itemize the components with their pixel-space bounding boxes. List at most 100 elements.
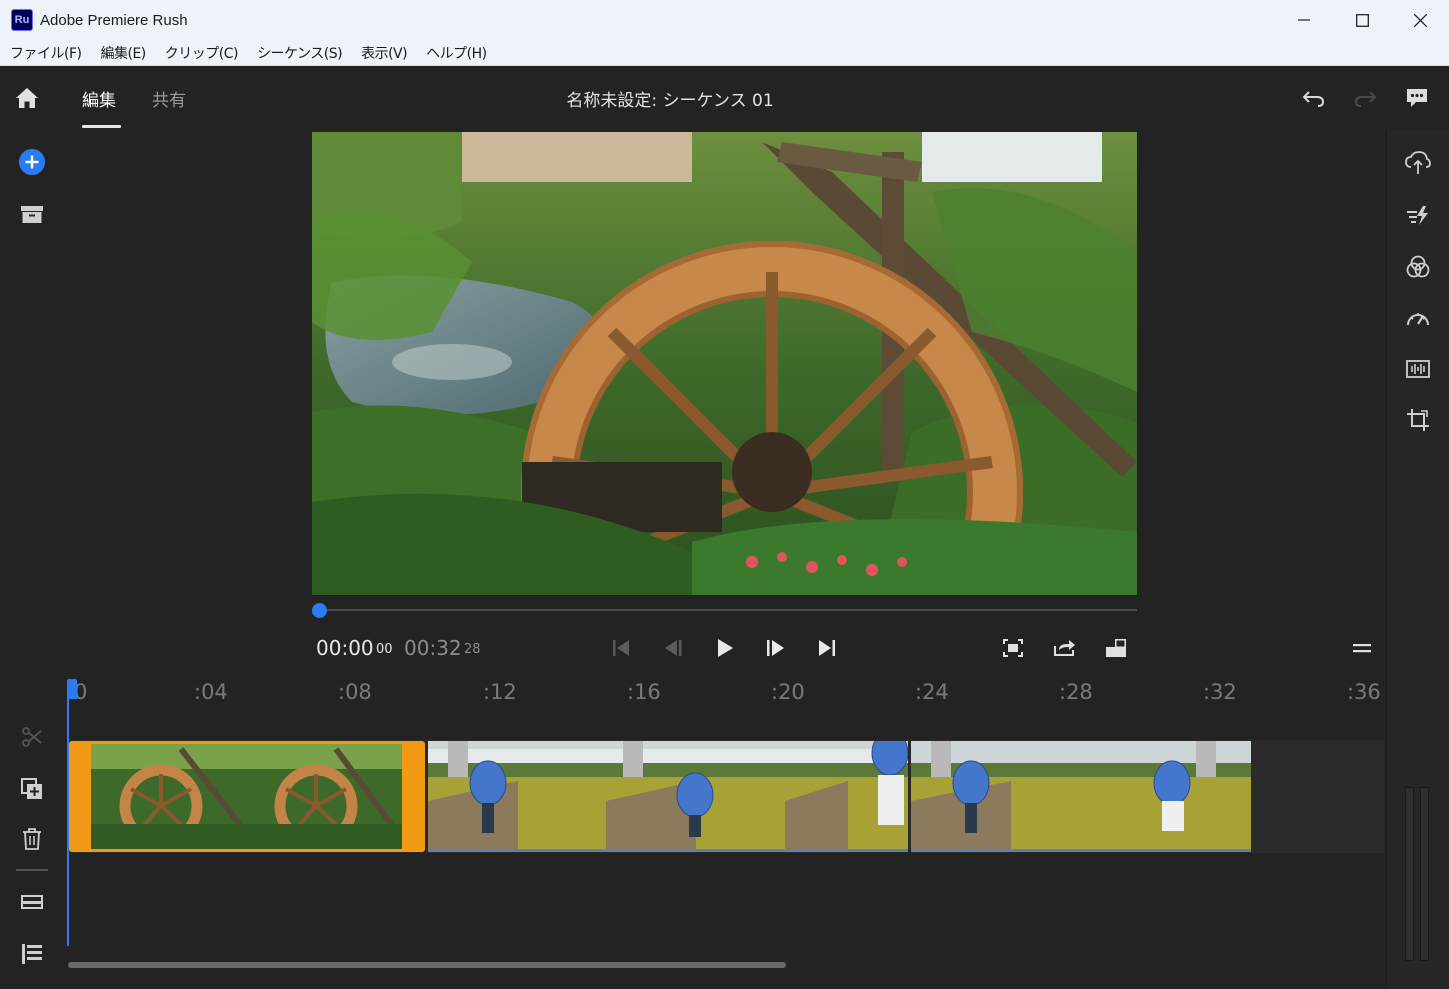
minimize-button[interactable] [1275, 0, 1333, 40]
track-list-icon [22, 944, 42, 964]
redo-button[interactable] [1352, 86, 1378, 110]
track-controls-button[interactable] [18, 888, 46, 916]
speed-button[interactable] [1404, 304, 1432, 332]
window-title: Adobe Premiere Rush [40, 11, 188, 29]
fit-frame-button[interactable] [1001, 636, 1025, 660]
aspect-ratio-icon [1106, 639, 1126, 657]
timeline-clip-rice-field-1[interactable] [428, 741, 908, 852]
audio-icon [1406, 360, 1430, 378]
track-list-button[interactable] [18, 940, 46, 968]
maximize-button[interactable] [1333, 0, 1391, 40]
step-back-button[interactable] [661, 636, 685, 660]
aspect-ratio-button[interactable] [1104, 636, 1128, 660]
app-logo: Ru [11, 9, 33, 31]
chat-bubble-icon [1407, 89, 1427, 107]
close-icon [1413, 13, 1427, 27]
add-media-icon [18, 148, 46, 176]
clip-thumbnails [91, 744, 402, 849]
sequence-title[interactable]: 名称未設定: シーケンス 01 [0, 86, 1340, 111]
menu-sequence[interactable]: シーケンス(S) [257, 43, 343, 63]
title-bar: Ru Adobe Premiere Rush [0, 0, 1449, 40]
maximize-icon [1355, 13, 1369, 27]
undo-button[interactable] [1301, 86, 1327, 110]
export-button[interactable] [1404, 149, 1432, 177]
go-to-start-button[interactable] [609, 636, 633, 660]
color-icon [1406, 255, 1430, 278]
current-timecode: 00:00 [316, 636, 374, 660]
undo-icon [1302, 91, 1325, 107]
ruler-label: :24 [915, 680, 949, 704]
ruler-label: :20 [771, 680, 805, 704]
feedback-button[interactable] [1404, 86, 1430, 110]
add-media-button[interactable] [18, 148, 46, 176]
fit-frame-icon [1003, 639, 1023, 657]
ruler-label: :16 [627, 680, 661, 704]
go-to-end-button[interactable] [815, 636, 839, 660]
audio-meter-right [1420, 787, 1429, 961]
ruler-label: :28 [1059, 680, 1093, 704]
left-toolbar [0, 130, 66, 989]
window-controls [1275, 0, 1449, 40]
play-button[interactable] [713, 636, 737, 660]
transform-icon [1407, 409, 1429, 431]
menu-help[interactable]: ヘルプ(H) [426, 43, 487, 63]
share-icon [1054, 640, 1075, 656]
skip-end-icon [819, 640, 835, 656]
project-assets-button[interactable] [18, 200, 46, 228]
close-button[interactable] [1391, 0, 1449, 40]
toolbar-divider [16, 869, 48, 871]
trash-icon [23, 828, 41, 850]
timeline-playhead[interactable] [67, 679, 77, 699]
rice-field-thumbnail [428, 741, 908, 849]
duplicate-clip-button[interactable] [18, 775, 46, 803]
timeline-scrollbar[interactable] [68, 962, 786, 968]
minimize-icon [1298, 19, 1310, 21]
skip-start-icon [613, 640, 629, 656]
menu-view[interactable]: 表示(V) [361, 43, 408, 63]
duration-timecode: 00:32 [404, 636, 462, 660]
current-frames: 00 [376, 642, 393, 657]
timeline-clip-rice-field-2[interactable] [911, 741, 1251, 852]
speed-icon [1407, 313, 1429, 326]
transitions-button[interactable] [1404, 201, 1432, 229]
waterwheel-thumbnail [91, 744, 402, 849]
ruler-label: :12 [483, 680, 517, 704]
share-frame-button[interactable] [1053, 636, 1077, 660]
preview-scrubber-handle[interactable] [312, 603, 327, 618]
transitions-icon [1407, 206, 1428, 225]
app-window: Ru Adobe Premiere Rush ファイル(F) 編集(E) クリッ… [0, 0, 1449, 989]
menu-clip[interactable]: クリップ(C) [165, 43, 239, 63]
hamburger-icon [1353, 644, 1371, 653]
right-toolbar [1386, 130, 1449, 989]
transform-button[interactable] [1404, 406, 1432, 434]
step-back-icon [665, 640, 682, 656]
waterwheel-frame [312, 132, 1137, 595]
menu-bar: ファイル(F) 編集(E) クリップ(C) シーケンス(S) 表示(V) ヘルプ… [0, 40, 1449, 66]
rice-field-thumbnail [911, 741, 1251, 849]
ruler-label: :04 [194, 680, 228, 704]
preview-monitor[interactable] [312, 132, 1137, 595]
preview-scrubber-track[interactable] [320, 609, 1137, 611]
delete-clip-button[interactable] [18, 825, 46, 853]
app-header: 編集 共有 名称未設定: シーケンス 01 [0, 66, 1449, 130]
ruler-label: :32 [1203, 680, 1237, 704]
menu-file[interactable]: ファイル(F) [10, 43, 82, 63]
step-forward-button[interactable] [764, 636, 788, 660]
play-icon [718, 639, 733, 657]
active-tab-indicator [82, 125, 121, 128]
duration-frames: 28 [464, 642, 481, 657]
export-cloud-icon [1405, 151, 1431, 174]
timeline-ruler[interactable]: 0 :04 :08 :12 :16 :20 :24 :28 :32 :36 [66, 676, 1386, 710]
timeline-playhead-line [67, 690, 69, 946]
step-forward-icon [767, 640, 784, 656]
audio-button[interactable] [1404, 355, 1432, 383]
menu-edit[interactable]: 編集(E) [100, 43, 146, 63]
split-clip-button[interactable] [18, 723, 46, 751]
color-button[interactable] [1404, 253, 1432, 281]
timeline-clip-waterwheel[interactable] [69, 741, 425, 852]
redo-icon [1354, 91, 1377, 107]
ruler-label: :36 [1347, 680, 1381, 704]
audio-meter-left [1405, 787, 1414, 961]
panel-menu-button[interactable] [1351, 640, 1375, 656]
project-assets-icon [21, 206, 43, 223]
